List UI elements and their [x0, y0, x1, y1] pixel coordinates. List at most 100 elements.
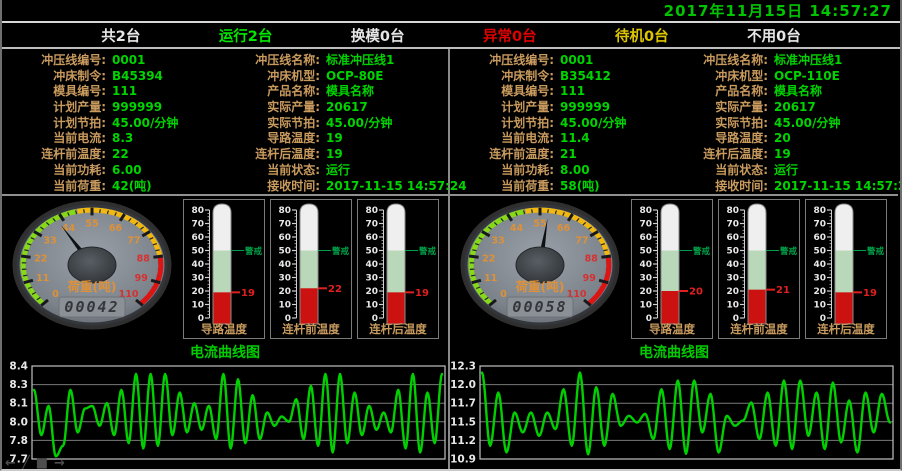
load-gauge: 0112233445566778899110荷重(吨)00058	[456, 199, 626, 345]
chart-controls: ← ╱ ■ →	[5, 458, 65, 470]
info-label: 实际节拍:	[208, 116, 320, 132]
thermo-tick-label: 20	[278, 287, 291, 297]
thermo-value: 22	[328, 284, 342, 295]
info-label: 接收时间:	[208, 179, 320, 195]
chart-scroll-right-icon[interactable]: →	[54, 458, 65, 470]
thermo-tick-label: 60	[365, 233, 378, 243]
info-value: 45.00/分钟	[320, 116, 467, 132]
info-label: 当前荷重:	[450, 179, 554, 195]
thermo-tick-label: 60	[278, 233, 291, 243]
machine-panel-1: 冲压线编号:0001冲压线名称:标准冲压线1冲床制令:B45394冲床机型:OC…	[2, 49, 450, 471]
info-value: 19	[320, 131, 467, 147]
chart-ytick-label: 10.9	[450, 454, 476, 466]
thermo-mercury	[213, 293, 231, 325]
thermo-tick-label: 70	[278, 220, 291, 230]
thermo-tick-label: 40	[365, 260, 378, 270]
gauge-tick-label: 66	[557, 223, 571, 234]
info-value: 20617	[320, 100, 467, 116]
thermo-tick-label: 80	[365, 206, 378, 216]
thermo-tick-label: 10	[278, 301, 291, 311]
info-value: 2017-11-15 14:57:24	[320, 179, 467, 195]
info-label: 当前状态:	[656, 163, 768, 179]
gauge-unit-label: 荷重(吨)	[515, 279, 565, 294]
info-label: 模具编号:	[2, 84, 106, 100]
info-label: 冲压线编号:	[450, 53, 554, 69]
info-value: 19	[320, 147, 467, 163]
info-value: B45394	[106, 69, 208, 85]
gauge-unit-label: 荷重(吨)	[67, 279, 117, 294]
gauge-hub	[68, 247, 116, 283]
gauge-tick-label: 66	[109, 223, 123, 234]
thermo-tick-label: 20	[813, 287, 826, 297]
chart-ytick-label: 11.7	[450, 398, 476, 410]
thermo-value: 19	[863, 288, 877, 299]
chart-title: 电流曲线图	[2, 345, 448, 361]
info-label: 计划节拍:	[450, 116, 554, 132]
gauge-hub	[516, 247, 564, 283]
status-bar: 共2台运行2台换模0台异常0台待机0台不用0台	[2, 21, 900, 49]
thermo-warn-label: 警戒	[245, 246, 263, 257]
thermo-tick-label: 80	[813, 206, 826, 216]
info-value: 模具名称	[320, 84, 467, 100]
chart-ytick-label: 8.1	[9, 398, 28, 410]
meters-row: 0112233445566778899110荷重(吨)00058 8070605…	[450, 196, 898, 345]
status-item-5: 不用0台	[747, 25, 801, 46]
info-value: 21	[554, 147, 656, 163]
info-label: 当前电流:	[450, 131, 554, 147]
thermo-name-label: 导路温度	[649, 322, 695, 336]
info-label: 模具编号:	[450, 84, 554, 100]
info-label: 计划产量:	[2, 100, 106, 116]
info-value: 6.00	[106, 163, 208, 179]
thermo-tick-label: 40	[813, 260, 826, 270]
gauge-digital-readout: 00042	[64, 298, 119, 316]
thermometer-rod-rear: 80706050403020100警戒19连杆后温度	[357, 199, 439, 339]
thermo-tick-label: 70	[639, 220, 652, 230]
info-label: 冲床制令:	[2, 69, 106, 85]
thermo-tick-label: 10	[726, 301, 739, 311]
status-item-0: 共2台	[101, 25, 140, 46]
thermo-mercury	[300, 288, 318, 324]
gauge-digital-readout: 00058	[512, 298, 567, 316]
thermometer-guide: 80706050403020100警戒19导路温度	[183, 199, 265, 339]
thermo-tick-label: 10	[191, 301, 204, 311]
chart-stop-icon[interactable]: ■	[36, 458, 48, 470]
chart-pencil-icon[interactable]: ╱	[22, 458, 30, 470]
current-waveform	[34, 374, 442, 456]
thermo-tick-label: 70	[191, 220, 204, 230]
info-label: 计划节拍:	[2, 116, 106, 132]
info-value: 运行	[320, 163, 467, 179]
info-value: 45.00/分钟	[554, 116, 656, 132]
thermo-tick-label: 40	[278, 260, 291, 270]
info-value: 模具名称	[768, 84, 902, 100]
info-label: 当前功耗:	[450, 163, 554, 179]
thermometer-guide: 80706050403020100警戒20导路温度	[631, 199, 713, 339]
info-label: 冲压线名称:	[656, 53, 768, 69]
info-value: 2017-11-15 14:57:24	[768, 179, 902, 195]
thermo-tick-label: 60	[726, 233, 739, 243]
gauge-tick-label: 11	[484, 273, 497, 284]
thermo-name-label: 连杆后温度	[817, 322, 875, 336]
chart-scroll-left-icon[interactable]: ←	[5, 458, 16, 470]
gauge-tick-label: 55	[533, 219, 546, 230]
thermo-tick-label: 50	[726, 247, 739, 257]
thermo-tick-label: 80	[278, 206, 291, 216]
load-gauge: 0112233445566778899110荷重(吨)00042	[8, 199, 178, 345]
gauge-tick-label: 77	[575, 236, 588, 247]
info-label: 实际产量:	[208, 100, 320, 116]
thermo-tick-label: 80	[191, 206, 204, 216]
info-label: 导路温度:	[656, 131, 768, 147]
current-line-chart: 12.312.011.711.511.210.9	[450, 361, 896, 467]
info-value: 11.4	[554, 131, 656, 147]
thermo-tick-label: 30	[191, 274, 204, 284]
info-label: 连杆前温度:	[450, 147, 554, 163]
thermo-tick-label: 70	[726, 220, 739, 230]
thermo-tick-label: 20	[726, 287, 739, 297]
thermo-tick-label: 30	[365, 274, 378, 284]
gauge-tick-label: 77	[127, 236, 140, 247]
thermo-tick-label: 50	[278, 247, 291, 257]
info-label: 产品名称:	[656, 84, 768, 100]
info-label: 产品名称:	[208, 84, 320, 100]
current-datetime: 2017年11月15日 14:57:27	[664, 0, 892, 21]
thermo-tick-label: 30	[726, 274, 739, 284]
gauge-tick-label: 33	[43, 236, 56, 247]
